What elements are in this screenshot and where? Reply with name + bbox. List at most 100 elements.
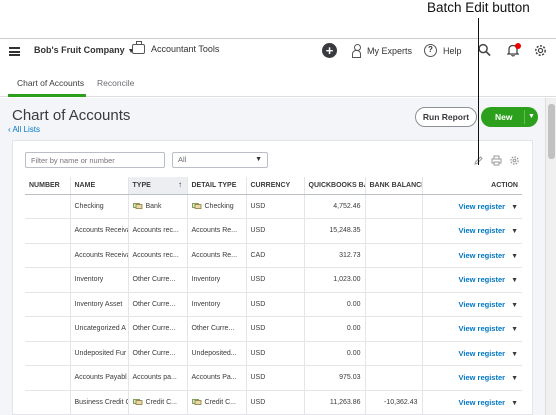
row-actions-chevron-icon[interactable]: ▼	[511, 204, 518, 211]
run-report-button[interactable]: Run Report	[415, 107, 477, 127]
cell-type: Other Curre...	[128, 267, 188, 293]
cell-detail-type-text: Checking	[204, 202, 234, 210]
cell-bank-balance-text: -10,362.43	[384, 398, 418, 406]
scrollbar-thumb[interactable]	[548, 104, 555, 159]
header-name[interactable]: NAME	[70, 177, 129, 195]
header-number[interactable]: NUMBER	[25, 177, 71, 195]
create-plus-icon[interactable]: +	[322, 43, 337, 58]
view-register-link[interactable]: View register	[459, 275, 506, 284]
account-type-select[interactable]: All ▼	[172, 152, 268, 168]
view-register-link[interactable]: View register	[459, 300, 506, 309]
cell-currency-text: USD	[250, 202, 266, 210]
view-register-link[interactable]: View register	[459, 226, 506, 235]
hamburger-menu-icon[interactable]	[9, 47, 20, 56]
table-row[interactable]: Business Credit C Credit C... Credit C... U…	[25, 390, 522, 415]
cell-detail-type: Accounts Re...	[187, 218, 247, 244]
row-actions-chevron-icon[interactable]: ▼	[511, 228, 518, 235]
cell-number	[25, 316, 71, 342]
main-content: Chart of Accounts ‹ All Lists Run Report…	[0, 98, 545, 415]
view-register-link[interactable]: View register	[459, 349, 506, 358]
view-register-link[interactable]: View register	[459, 202, 506, 211]
search-icon[interactable]	[478, 43, 491, 57]
top-navigation-bar: Bob's Fruit Company ▼ Accountant Tools + …	[0, 38, 556, 64]
cell-currency-text: USD	[250, 349, 266, 357]
row-actions-chevron-icon[interactable]: ▼	[511, 277, 518, 284]
view-register-link[interactable]: View register	[459, 324, 506, 333]
table-row[interactable]: Inventory Asset Other Curre... Inventory US…	[25, 292, 522, 317]
view-register-link[interactable]: View register	[459, 373, 506, 382]
view-register-link[interactable]: View register	[459, 398, 506, 407]
header-currency[interactable]: CURRENCY	[246, 177, 305, 195]
cell-currency-text: USD	[250, 398, 266, 406]
new-dropdown-chevron-icon[interactable]: ▼	[528, 107, 535, 127]
cell-type: Accounts rec...	[128, 218, 188, 244]
row-actions-chevron-icon[interactable]: ▼	[511, 302, 518, 309]
vertical-scrollbar[interactable]	[545, 98, 556, 415]
table-row[interactable]: Accounts Receiva Accounts rec... Accounts …	[25, 243, 522, 268]
header-detail-type[interactable]: DETAIL TYPE	[187, 177, 247, 195]
cell-bank-balance	[365, 267, 423, 293]
cell-name: Undeposited Fur	[70, 341, 129, 366]
help-button[interactable]: ? Help	[424, 44, 462, 57]
table-row[interactable]: Accounts Receiva Accounts rec... Accounts …	[25, 218, 522, 244]
cell-name: Accounts Receiva	[70, 243, 129, 268]
cell-bank-balance	[365, 365, 423, 391]
tab-chart-of-accounts[interactable]: Chart of Accounts	[17, 78, 84, 88]
cell-quickbooks-balance-text: 975.03	[339, 374, 361, 382]
table-row[interactable]: Uncategorized A Other Curre... Other Curre…	[25, 316, 522, 342]
cell-action: View register ▼	[422, 194, 522, 219]
row-actions-chevron-icon[interactable]: ▼	[511, 253, 518, 260]
row-actions-chevron-icon[interactable]: ▼	[511, 400, 518, 407]
new-button-label: New	[495, 112, 513, 122]
page-title: Chart of Accounts	[12, 107, 131, 124]
view-register-link[interactable]: View register	[459, 251, 506, 260]
cell-type-text: Credit C...	[145, 398, 178, 406]
cell-name-text: Business Credit C	[74, 398, 128, 406]
cell-number	[25, 267, 71, 293]
header-quickbooks-balance[interactable]: QUICKBOOKS BA	[304, 177, 366, 195]
row-actions-chevron-icon[interactable]: ▼	[511, 351, 518, 358]
cell-name: Inventory	[70, 267, 129, 293]
cell-quickbooks-balance-text: 312.73	[339, 251, 361, 259]
print-icon[interactable]	[491, 155, 502, 166]
accountant-tools-button[interactable]: Accountant Tools	[132, 41, 219, 54]
header-action: ACTION	[422, 177, 522, 195]
cell-detail-type: Accounts Pa...	[187, 365, 247, 391]
cell-quickbooks-balance: 1,023.00	[304, 267, 366, 293]
header-bank-balance[interactable]: BANK BALANCE	[365, 177, 423, 195]
cell-currency: USD	[246, 390, 305, 415]
cell-bank-balance	[365, 218, 423, 244]
cell-type-text: Other Curre...	[132, 276, 176, 284]
accounts-card: All ▼ NUMBER	[12, 140, 533, 415]
cell-type: Credit C...	[128, 390, 188, 415]
cell-currency-text: USD	[250, 374, 266, 382]
table-row[interactable]: Accounts Payabl Accounts pa... Accounts Pa…	[25, 365, 522, 391]
tab-reconcile[interactable]: Reconcile	[97, 78, 134, 88]
table-settings-gear-icon[interactable]	[509, 155, 520, 166]
cell-bank-balance	[365, 194, 423, 219]
settings-gear-icon[interactable]	[533, 43, 548, 58]
notifications-bell-icon[interactable]	[506, 43, 521, 57]
cell-detail-type-text: Inventory	[191, 300, 221, 308]
cell-quickbooks-balance-text: 4,752.46	[333, 202, 361, 210]
company-name: Bob's Fruit Company	[34, 45, 125, 55]
cell-currency: USD	[246, 218, 305, 244]
table-row[interactable]: Undeposited Fur Other Curre... Undeposited…	[25, 341, 522, 366]
all-lists-label: All Lists	[12, 125, 41, 134]
new-button[interactable]: New ▼	[481, 107, 538, 127]
all-lists-link[interactable]: ‹ All Lists	[8, 125, 40, 134]
filter-input[interactable]	[25, 152, 165, 168]
table-header-row: NUMBER NAME TYPE DETAIL TYPE CURRENCY QU…	[25, 177, 522, 195]
cell-currency: CAD	[246, 243, 305, 268]
row-actions-chevron-icon[interactable]: ▼	[511, 375, 518, 382]
table-row[interactable]: Inventory Other Curre... Inventory USD 1,023…	[25, 267, 522, 293]
my-experts-button[interactable]: My Experts	[352, 44, 412, 58]
cell-quickbooks-balance-text: 15,248.35	[329, 227, 361, 235]
cell-action: View register ▼	[422, 341, 522, 366]
cell-detail-type-text: Credit C...	[204, 398, 237, 406]
company-selector[interactable]: Bob's Fruit Company ▼	[34, 45, 135, 55]
table-row[interactable]: Checking Bank Checking USD 4,752.46 View regi…	[25, 194, 522, 219]
row-actions-chevron-icon[interactable]: ▼	[511, 326, 518, 333]
cell-type-text: Other Curre...	[132, 300, 176, 308]
cell-bank-balance	[365, 243, 423, 268]
